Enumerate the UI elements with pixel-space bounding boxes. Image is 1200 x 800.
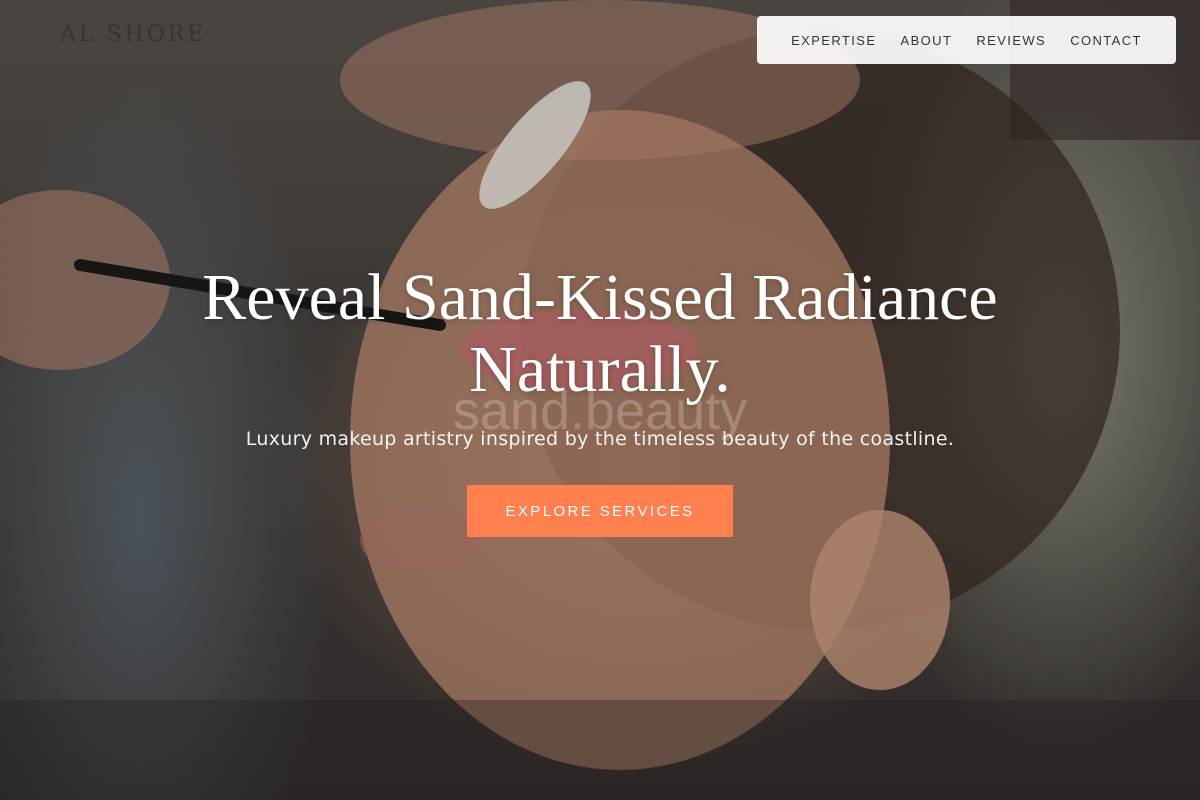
nav-link-reviews[interactable]: REVIEWS	[976, 33, 1046, 48]
explore-services-button[interactable]: EXPLORE SERVICES	[467, 485, 733, 537]
nav-link-contact[interactable]: CONTACT	[1070, 33, 1142, 48]
hero-section: AL SHORE EXPERTISE ABOUT REVIEWS CONTACT…	[0, 0, 1200, 800]
nav-link-about[interactable]: ABOUT	[901, 33, 953, 48]
main-nav: EXPERTISE ABOUT REVIEWS CONTACT	[757, 16, 1176, 64]
hero-content: Reveal Sand-Kissed Radiance Naturally. s…	[0, 262, 1200, 537]
hero-subtitle: Luxury makeup artistry inspired by the t…	[245, 428, 955, 450]
site-logo[interactable]: AL SHORE	[60, 22, 206, 47]
nav-link-expertise[interactable]: EXPERTISE	[791, 33, 876, 48]
hero-headline: Reveal Sand-Kissed Radiance Naturally.	[202, 261, 998, 406]
